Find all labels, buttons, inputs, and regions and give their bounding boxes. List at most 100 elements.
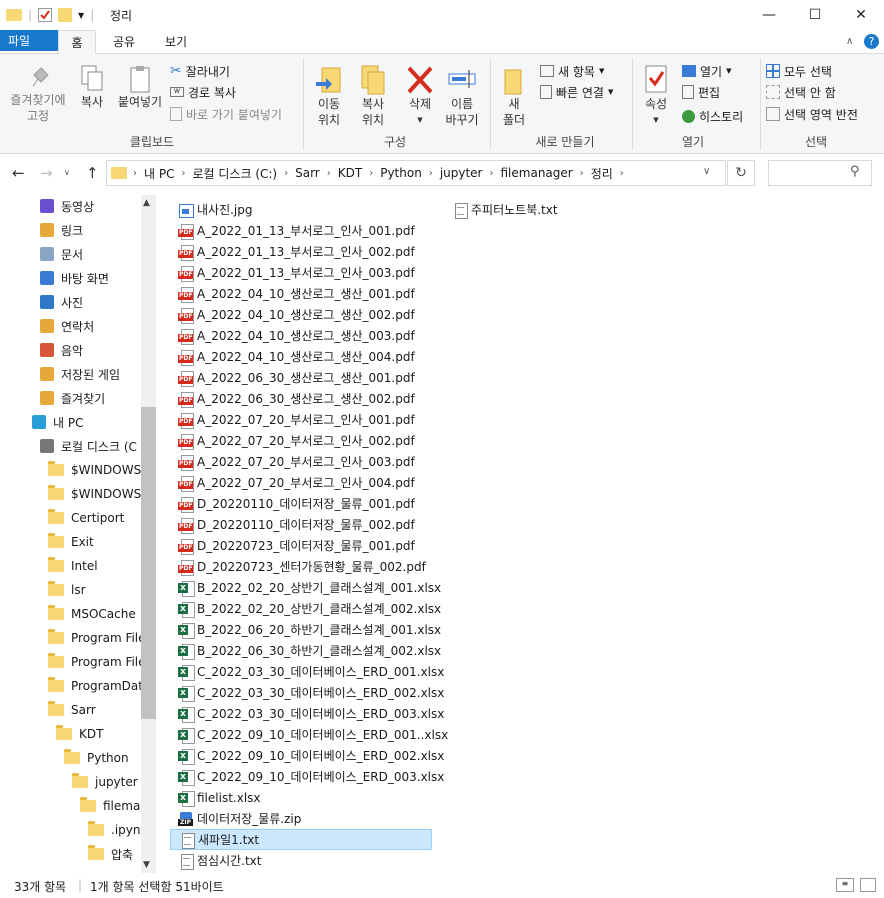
file-item[interactable]: D_20220723_센터가동현황_물류_002.pdf	[170, 556, 426, 577]
copy-button[interactable]: 복사	[72, 64, 112, 110]
file-item[interactable]: A_2022_07_20_부서로그_인사_004.pdf	[170, 472, 415, 493]
breadcrumb-item[interactable]: KDT	[333, 166, 367, 180]
tab-file[interactable]: 파일	[0, 30, 58, 51]
nav-item[interactable]: 로컬 디스크 (C	[40, 435, 137, 457]
nav-item[interactable]: 음악	[40, 339, 83, 361]
file-item[interactable]: D_20220723_데이터저장_물류_001.pdf	[170, 535, 415, 556]
nav-item[interactable]: 사진	[40, 291, 83, 313]
file-item[interactable]: B_2022_06_20_하반기_클래스설계_001.xlsx	[170, 619, 441, 640]
nav-item[interactable]: KDT	[56, 723, 103, 745]
refresh-button[interactable]: ↻	[727, 160, 755, 186]
file-item[interactable]: C_2022_03_30_데이터베이스_ERD_002.xlsx	[170, 682, 444, 703]
file-item[interactable]: 주피터노트북.txt	[444, 199, 558, 220]
file-item[interactable]: A_2022_01_13_부서로그_인사_001.pdf	[170, 220, 415, 241]
scroll-down-arrow[interactable]: ▼	[143, 860, 150, 870]
customize-qat-icon[interactable]: ▼	[78, 11, 84, 20]
nav-item[interactable]: 링크	[40, 219, 83, 241]
file-item[interactable]: C_2022_09_10_데이터베이스_ERD_002.xlsx	[170, 745, 444, 766]
file-item[interactable]: B_2022_06_30_하반기_클래스설계_002.xlsx	[170, 640, 441, 661]
address-history-button[interactable]: ∨	[703, 166, 710, 177]
breadcrumb-item[interactable]: Sarr	[290, 166, 325, 180]
up-button[interactable]: ↑	[86, 164, 99, 182]
file-item[interactable]: A_2022_04_10_생산로그_생산_002.pdf	[170, 304, 415, 325]
file-item[interactable]: A_2022_07_20_부서로그_인사_001.pdf	[170, 409, 415, 430]
open-button[interactable]: 열기 ▼	[682, 61, 731, 81]
new-item-button[interactable]: 새 항목 ▼	[540, 61, 604, 81]
breadcrumb-item[interactable]: 정리	[586, 165, 618, 182]
move-to-button[interactable]: 이동 위치	[308, 64, 350, 128]
file-item[interactable]: 새파일1.txt	[170, 829, 432, 850]
nav-item[interactable]: Certiport	[48, 507, 124, 529]
minimize-button[interactable]: —	[746, 0, 792, 30]
file-item[interactable]: 점심시간.txt	[170, 850, 262, 871]
file-item[interactable]: D_20220110_데이터저장_물류_002.pdf	[170, 514, 415, 535]
nav-item[interactable]: 동영상	[40, 195, 94, 217]
nav-item[interactable]: 바탕 화면	[40, 267, 109, 289]
scroll-up-arrow[interactable]: ▲	[143, 198, 150, 208]
nav-item[interactable]: 저장된 게임	[40, 363, 120, 385]
nav-item[interactable]: 즐겨찾기	[40, 387, 105, 409]
select-none-button[interactable]: 선택 안 함	[766, 82, 836, 102]
easy-access-button[interactable]: 빠른 연결 ▼	[540, 82, 613, 102]
new-folder-icon[interactable]	[58, 8, 73, 22]
nav-item[interactable]: Program Files	[48, 651, 152, 673]
large-icons-view-button[interactable]	[860, 878, 876, 892]
properties-icon[interactable]	[38, 8, 53, 22]
nav-item[interactable]: lsr	[48, 579, 86, 601]
close-button[interactable]: ✕	[838, 0, 884, 30]
file-item[interactable]: D_20220110_데이터저장_물류_001.pdf	[170, 493, 415, 514]
cut-button[interactable]: ✂ 잘라내기	[170, 61, 230, 81]
file-item[interactable]: A_2022_04_10_생산로그_생산_001.pdf	[170, 283, 415, 304]
file-item[interactable]: 데이터저장_물류.zip	[170, 808, 301, 829]
nav-item[interactable]: Exit	[48, 531, 94, 553]
nav-item[interactable]: 압축	[88, 843, 133, 865]
nav-item[interactable]: jupyter	[72, 771, 138, 793]
paste-button[interactable]: 붙여넣기	[114, 64, 166, 110]
delete-button[interactable]: 삭제 ▼	[400, 64, 440, 128]
file-item[interactable]: 내사진.jpg	[170, 199, 253, 220]
nav-item[interactable]: 내 PC	[32, 411, 83, 433]
file-item[interactable]: A_2022_04_10_생산로그_생산_004.pdf	[170, 346, 415, 367]
rename-button[interactable]: 이름 바꾸기	[440, 64, 484, 128]
pin-to-quick-access-button[interactable]: 즐겨찾기에 고정	[6, 64, 70, 124]
paste-shortcut-button[interactable]: 바로 가기 붙여넣기	[170, 104, 282, 124]
nav-item[interactable]: ProgramData	[48, 675, 150, 697]
file-item[interactable]: C_2022_03_30_데이터베이스_ERD_001.xlsx	[170, 661, 444, 682]
nav-item[interactable]: 문서	[40, 243, 83, 265]
file-item[interactable]: B_2022_02_20_상반기_클래스설계_001.xlsx	[170, 577, 441, 598]
nav-item[interactable]: 연락처	[40, 315, 94, 337]
edit-button[interactable]: 편집	[682, 82, 720, 102]
file-item[interactable]: filelist.xlsx	[170, 787, 261, 808]
tab-view[interactable]: 보기	[156, 30, 196, 54]
breadcrumb-item[interactable]: 내 PC	[139, 165, 179, 182]
select-all-button[interactable]: 모두 선택	[766, 61, 832, 81]
properties-button[interactable]: 속성 ▼	[636, 64, 676, 128]
breadcrumb-item[interactable]: Python	[375, 166, 427, 180]
file-item[interactable]: C_2022_09_10_데이터베이스_ERD_003.xlsx	[170, 766, 444, 787]
file-item[interactable]: A_2022_07_20_부서로그_인사_002.pdf	[170, 430, 415, 451]
file-item[interactable]: A_2022_01_13_부서로그_인사_002.pdf	[170, 241, 415, 262]
file-item[interactable]: A_2022_06_30_생산로그_생산_002.pdf	[170, 388, 415, 409]
tab-home[interactable]: 홈	[58, 30, 96, 55]
help-icon[interactable]: ?	[864, 34, 879, 49]
file-item[interactable]: A_2022_01_13_부서로그_인사_003.pdf	[170, 262, 415, 283]
history-button[interactable]: 히스토리	[682, 106, 743, 126]
nav-item[interactable]: Sarr	[48, 699, 96, 721]
nav-item[interactable]: $WINDOWS.	[48, 459, 145, 481]
nav-item[interactable]: Python	[64, 747, 129, 769]
nav-scrollbar-thumb[interactable]	[141, 407, 156, 719]
copy-path-button[interactable]: W 경로 복사	[170, 82, 236, 102]
file-item[interactable]: C_2022_03_30_데이터베이스_ERD_003.xlsx	[170, 703, 444, 724]
nav-item[interactable]: MSOCache	[48, 603, 136, 625]
address-bar[interactable]: › 내 PC › 로컬 디스크 (C:) › Sarr › KDT › Pyth…	[106, 160, 726, 186]
nav-item[interactable]: $WINDOWS.	[48, 483, 145, 505]
nav-item[interactable]: Program Files	[48, 627, 152, 649]
nav-item[interactable]: .ipynb	[88, 819, 148, 841]
breadcrumb-item[interactable]: filemanager	[496, 166, 578, 180]
file-item[interactable]: A_2022_06_30_생산로그_생산_001.pdf	[170, 367, 415, 388]
forward-button[interactable]: →	[40, 164, 53, 182]
file-item[interactable]: C_2022_09_10_데이터베이스_ERD_001..xlsx	[170, 724, 448, 745]
chevron-up-icon[interactable]: ∧	[846, 36, 853, 47]
nav-item[interactable]: Intel	[48, 555, 98, 577]
recent-locations-button[interactable]: ∨	[64, 168, 70, 177]
